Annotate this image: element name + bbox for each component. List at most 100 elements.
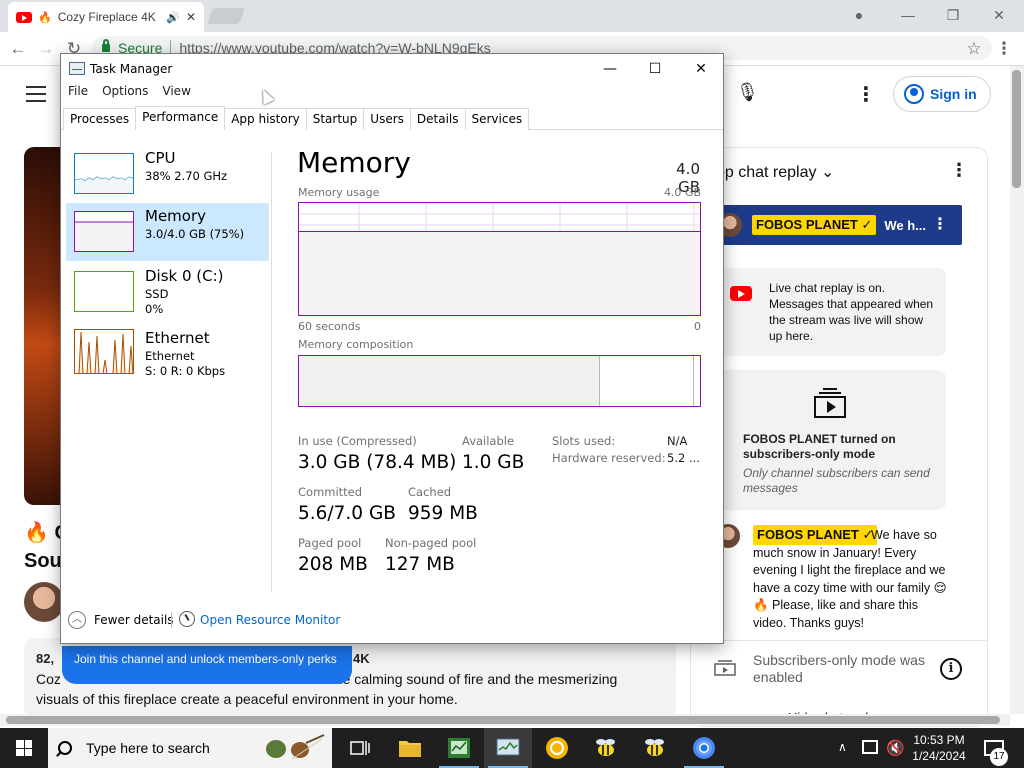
chat-kebab-icon[interactable]: ⋮ [950, 160, 968, 181]
minimize-icon[interactable]: — [897, 4, 919, 26]
back-arrow-icon[interactable]: ← [6, 37, 30, 61]
tab-close-icon[interactable]: ✕ [186, 10, 196, 24]
tab-startup[interactable]: Startup [305, 108, 365, 130]
video-title-line-2: Sou [24, 550, 62, 572]
chevron-down-icon: ⌄ [820, 164, 835, 181]
chevron-up-icon[interactable]: ︿ [68, 611, 86, 629]
disk-type: SSD [145, 287, 169, 301]
subscribers-only-title: FOBOS PLANET turned on subscribers-only … [743, 432, 896, 461]
menu-view[interactable]: View [162, 84, 190, 106]
resource-disk[interactable]: Disk 0 (C:) SSD 0% [66, 263, 269, 321]
browser-menu-icon[interactable]: ⋮ [992, 37, 1016, 61]
resource-ethernet[interactable]: Ethernet Ethernet S: 0 R: 0 Kbps [66, 329, 269, 387]
cached-label: Cached [408, 485, 452, 499]
disk-name: Disk 0 (C:) [145, 267, 224, 285]
notification-count-badge: 17 [990, 748, 1008, 766]
hardware-reserved-label: Hardware reserved: [552, 451, 666, 465]
vertical-scroll-thumb[interactable] [1012, 70, 1021, 188]
volume-muted-icon[interactable]: 🔇 [886, 739, 905, 757]
tab-title: Cozy Fireplace 4K [57, 10, 156, 24]
memory-graph-x-right: 0 [694, 320, 701, 333]
sign-in-button[interactable]: Sign in [893, 76, 991, 112]
ethernet-name: Ethernet [145, 329, 210, 347]
restore-icon[interactable]: ❐ [942, 4, 964, 26]
violin-illustration-icon [266, 734, 325, 760]
tm-close-icon[interactable]: ✕ [678, 58, 724, 80]
tab-users[interactable]: Users [363, 108, 411, 130]
paged-pool-label: Paged pool [298, 536, 362, 550]
task-view-button[interactable] [336, 728, 384, 768]
taskbar-bee-app-2[interactable] [631, 728, 679, 768]
join-channel-banner[interactable]: Join this channel and unlock members-onl… [62, 646, 352, 684]
tab-processes[interactable]: Processes [63, 108, 137, 130]
taskbar-file-explorer[interactable] [386, 728, 434, 768]
tm-minimize-icon[interactable]: — [587, 58, 633, 80]
clock-time: 10:53 PM [913, 733, 965, 747]
memory-composition-bar [298, 355, 701, 407]
video-player[interactable] [24, 147, 64, 505]
taskbar-app-yellow[interactable] [533, 728, 581, 768]
tm-maximize-icon[interactable]: ☐ [632, 58, 678, 80]
task-manager-icon [496, 738, 520, 756]
in-use-label: In use (Compressed) [298, 434, 417, 448]
forward-arrow-icon[interactable]: → [34, 37, 58, 61]
footer-separator [171, 612, 172, 628]
performance-sidebar: CPU 38% 2.70 GHz Memory 3.0/4.0 GB (75%)… [61, 130, 271, 600]
browser-tab-active[interactable]: 🔥 Cozy Fireplace 4K 🔊 ✕ [8, 2, 204, 32]
tab-performance[interactable]: Performance [135, 106, 226, 130]
resource-memory[interactable]: Memory 3.0/4.0 GB (75%) [66, 203, 269, 261]
description-prefix: Coz [36, 671, 61, 687]
committed-value: 5.6/7.0 GB [298, 503, 396, 524]
menu-file[interactable]: File [68, 84, 88, 106]
message-text: We have so much snow in January! Every e… [753, 528, 947, 630]
non-paged-pool-label: Non-paged pool [385, 536, 477, 550]
open-resource-monitor-link[interactable]: Open Resource Monitor [200, 613, 340, 627]
tray-expand-icon[interactable]: ∧ [838, 740, 847, 754]
youtube-favicon-icon [16, 11, 32, 23]
memory-mini-graph [74, 211, 134, 252]
taskbar-bee-app-1[interactable] [582, 728, 630, 768]
task-manager-app-icon [69, 62, 85, 75]
task-manager-title: Task Manager [90, 62, 173, 76]
pinned-kebab-icon[interactable]: ⋮ [932, 214, 948, 234]
microphone-icon[interactable]: 🎙 [736, 82, 759, 104]
tab-services[interactable]: Services [464, 108, 530, 130]
cached-value: 959 MB [408, 503, 478, 524]
close-icon[interactable]: ✕ [988, 4, 1010, 26]
speaker-icon[interactable]: 🔊 [166, 11, 180, 24]
yellow-circle-app-icon [546, 737, 568, 759]
taskbar-chrome[interactable] [680, 728, 728, 768]
bookmark-star-icon[interactable]: ☆ [962, 37, 986, 61]
cpu-name: CPU [145, 149, 176, 167]
settings-kebab-icon[interactable]: ⋮ [856, 82, 876, 106]
resource-monitor-icon[interactable] [179, 611, 195, 627]
bee-icon-2 [645, 739, 664, 756]
available-label: Available [462, 434, 515, 448]
info-icon[interactable]: i [940, 658, 962, 680]
chat-header[interactable]: op chat replay ⌄ [716, 162, 834, 182]
fewer-details-link[interactable]: Fewer details [94, 613, 174, 627]
ethernet-mini-graph [74, 329, 134, 374]
new-tab-button[interactable] [207, 8, 245, 24]
memory-usage: 3.0/4.0 GB (75%) [145, 227, 245, 241]
taskbar-task-manager[interactable] [484, 728, 532, 768]
tab-details[interactable]: Details [409, 108, 466, 130]
horizontal-scroll-thumb[interactable] [6, 716, 1000, 724]
resource-cpu[interactable]: CPU 38% 2.70 GHz [66, 145, 269, 203]
pinned-message[interactable]: FOBOS PLANET ✓ We h... [716, 205, 962, 245]
menu-options[interactable]: Options [102, 84, 148, 106]
profile-icon[interactable]: ● [848, 4, 870, 26]
network-icon[interactable] [862, 740, 878, 754]
tab-app-history[interactable]: App history [224, 108, 307, 130]
subscribers-only-desc: Only channel subscribers can send messag… [743, 466, 930, 495]
view-count-tail: 4K [353, 651, 370, 666]
taskbar-chart-app[interactable] [435, 728, 483, 768]
pinned-text: We h... [884, 217, 926, 233]
hamburger-menu-icon[interactable] [26, 86, 46, 107]
sign-in-label: Sign in [930, 86, 977, 102]
available-value: 1.0 GB [462, 452, 525, 473]
task-manager-window: Task Manager — ☐ ✕ File Options View Pro… [60, 53, 724, 644]
channel-avatar[interactable] [24, 582, 64, 622]
paged-pool-value: 208 MB [298, 554, 368, 575]
taskbar-clock[interactable]: 10:53 PM 1/24/2024 [908, 732, 970, 764]
